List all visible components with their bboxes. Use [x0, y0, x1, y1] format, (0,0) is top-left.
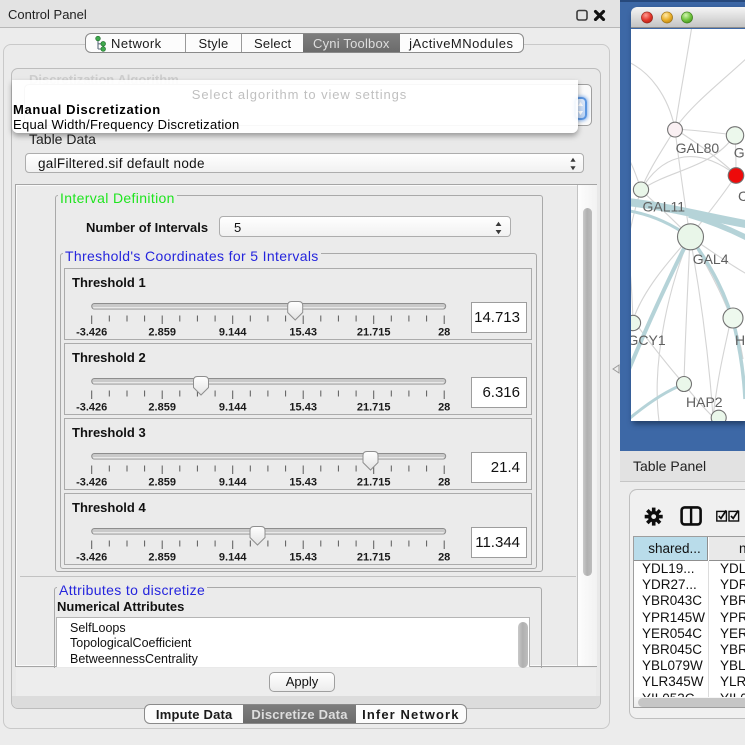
svg-text:2.859: 2.859: [148, 327, 176, 339]
svg-text:9.144: 9.144: [219, 477, 247, 489]
svg-text:9.144: 9.144: [219, 552, 247, 564]
svg-text:2.859: 2.859: [148, 477, 176, 489]
svg-text:28: 28: [438, 552, 450, 564]
svg-text:GAL4: GAL4: [693, 251, 729, 267]
svg-text:21.715: 21.715: [357, 552, 391, 564]
svg-text:9.144: 9.144: [219, 402, 247, 414]
svg-text:GCY1: GCY1: [631, 332, 666, 348]
svg-text:HAP2: HAP2: [686, 394, 723, 410]
svg-text:28: 28: [438, 327, 450, 339]
svg-text:15.43: 15.43: [289, 552, 317, 564]
svg-text:2.859: 2.859: [148, 552, 176, 564]
svg-text:-3.426: -3.426: [76, 327, 107, 339]
svg-text:21.715: 21.715: [357, 327, 391, 339]
svg-text:-3.426: -3.426: [76, 402, 107, 414]
svg-text:15.43: 15.43: [289, 327, 317, 339]
svg-text:-3.426: -3.426: [76, 477, 107, 489]
svg-text:28: 28: [438, 477, 450, 489]
svg-text:15.43: 15.43: [289, 477, 317, 489]
svg-text:GAL80: GAL80: [676, 140, 720, 156]
svg-text:H: H: [735, 332, 745, 348]
svg-text:2.859: 2.859: [148, 402, 176, 414]
svg-text:9.144: 9.144: [219, 327, 247, 339]
svg-text:28: 28: [438, 402, 450, 414]
svg-text:C: C: [738, 188, 745, 204]
svg-text:-3.426: -3.426: [76, 552, 107, 564]
svg-text:21.715: 21.715: [357, 402, 391, 414]
svg-text:15.43: 15.43: [289, 402, 317, 414]
svg-text:GAL11: GAL11: [643, 198, 686, 214]
svg-text:21.715: 21.715: [357, 477, 391, 489]
svg-text:G.: G.: [734, 145, 745, 161]
